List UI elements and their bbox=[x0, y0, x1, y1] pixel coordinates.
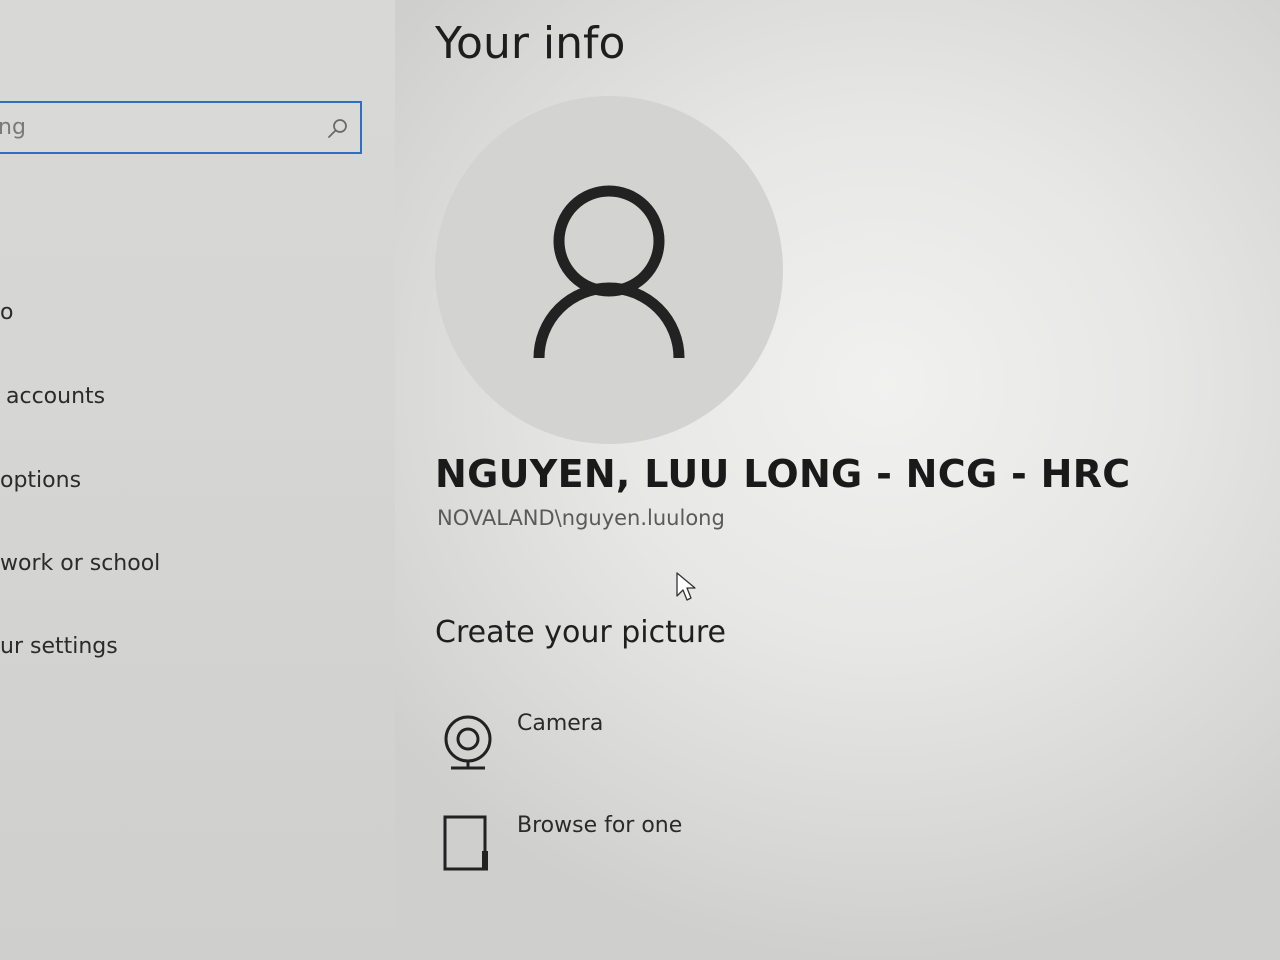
search-input[interactable]: ng bbox=[0, 101, 362, 154]
search-icon[interactable] bbox=[326, 117, 350, 141]
camera-icon bbox=[444, 715, 492, 770]
avatar bbox=[435, 96, 783, 444]
user-icon bbox=[533, 185, 685, 359]
browse-for-one-label: Browse for one bbox=[517, 813, 683, 838]
search-value: ng bbox=[0, 115, 26, 140]
user-display-name: NGUYEN, LUU LONG - NCG - HRC bbox=[435, 452, 1131, 496]
camera-label: Camera bbox=[517, 711, 604, 736]
user-account-name: NOVALAND\nguyen.luulong bbox=[437, 506, 725, 530]
main-content: Your info NGUYEN, LUU LONG - NCG - HRC N… bbox=[395, 0, 1280, 960]
sidebar-item-access-work-or-school[interactable]: work or school bbox=[0, 551, 160, 576]
mouse-pointer-icon bbox=[676, 572, 696, 601]
browse-icon bbox=[443, 815, 488, 871]
sidebar: ng o accounts options work or school ur … bbox=[0, 0, 395, 960]
sidebar-item-sync-your-settings[interactable]: ur settings bbox=[0, 634, 118, 659]
camera-button[interactable]: Camera bbox=[439, 711, 859, 781]
page-title: Your info bbox=[435, 18, 626, 69]
create-picture-heading: Create your picture bbox=[435, 615, 726, 650]
browse-for-one-button[interactable]: Browse for one bbox=[439, 813, 859, 883]
sidebar-item-email-accounts[interactable]: accounts bbox=[6, 384, 105, 409]
sidebar-item-sign-in-options[interactable]: options bbox=[0, 468, 81, 493]
sidebar-item-your-info[interactable]: o bbox=[0, 300, 13, 325]
